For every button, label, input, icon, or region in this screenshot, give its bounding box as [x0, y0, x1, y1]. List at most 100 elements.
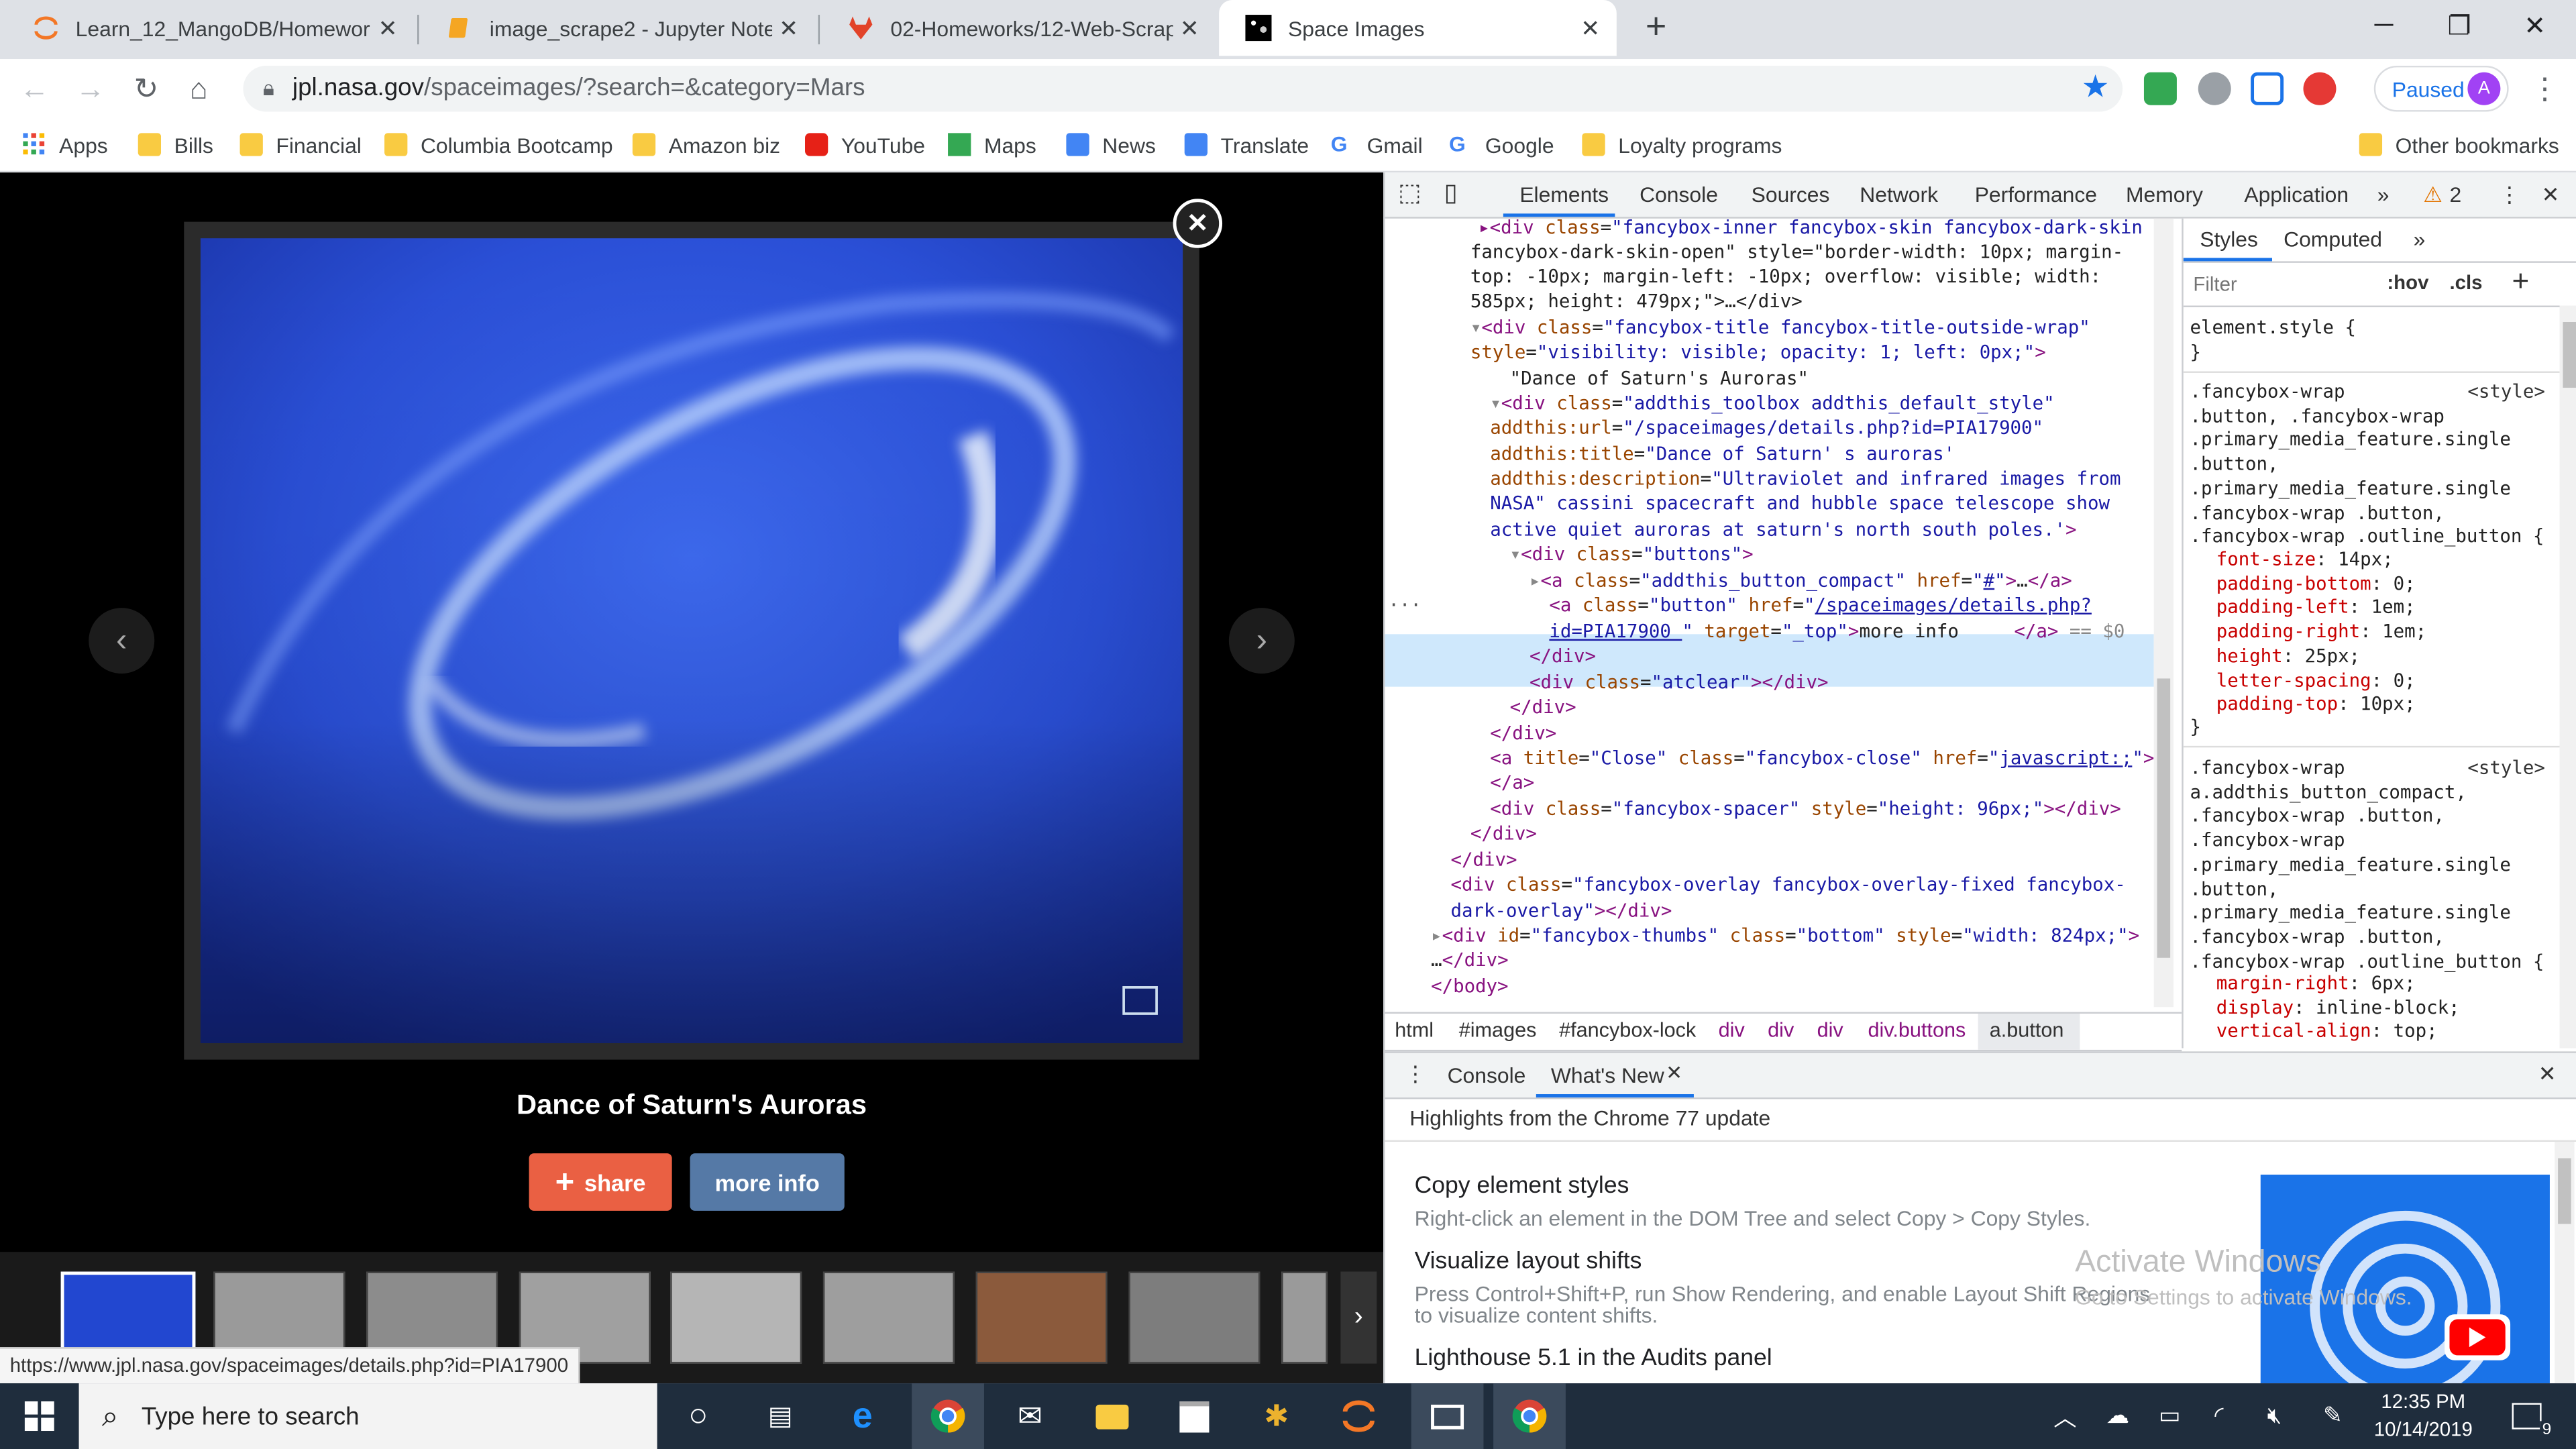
- thumbnails-next-icon[interactable]: ›: [1340, 1271, 1377, 1364]
- whats-new-item-title[interactable]: Visualize layout shifts: [1415, 1248, 1642, 1275]
- tab-close-icon[interactable]: ✕: [371, 14, 404, 42]
- css-selector[interactable]: .fancybox-wrap .outline_button {: [2190, 526, 2544, 550]
- new-tab-button[interactable]: +: [1636, 6, 1676, 46]
- rule-source-link[interactable]: <style>: [2467, 757, 2544, 782]
- breadcrumb-item[interactable]: div.buttons: [1868, 1018, 1966, 1041]
- styles-filter-input[interactable]: [2190, 269, 2361, 299]
- devtools-menu-icon[interactable]: ⋮: [2499, 182, 2520, 209]
- devtools-close-icon[interactable]: ✕: [2542, 182, 2560, 209]
- browser-tab[interactable]: image_scrape2 - Jupyter Notebook ✕: [421, 0, 815, 56]
- reload-icon[interactable]: ↻: [121, 64, 170, 113]
- css-selector[interactable]: .fancybox-wrap: [2190, 830, 2345, 854]
- breadcrumb-item[interactable]: html: [1395, 1018, 1434, 1041]
- drawer-tab-close-icon[interactable]: ✕: [1666, 1061, 1682, 1084]
- file-explorer-icon[interactable]: [1079, 1383, 1145, 1449]
- wifi-icon[interactable]: ◜: [2214, 1401, 2223, 1430]
- aurora-image[interactable]: [200, 238, 1183, 1044]
- forward-icon[interactable]: →: [66, 64, 115, 113]
- drawer-close-icon[interactable]: ✕: [2538, 1061, 2557, 1087]
- task-view-icon[interactable]: ▤: [747, 1383, 813, 1449]
- css-property[interactable]: font-size: 14px;: [2216, 549, 2394, 573]
- tab-close-icon[interactable]: ✕: [1574, 14, 1607, 42]
- css-selector[interactable]: .button,: [2190, 878, 2279, 902]
- breadcrumb-item-active[interactable]: a.button: [1990, 1018, 2064, 1041]
- share-button[interactable]: + share: [529, 1153, 672, 1211]
- photos-icon[interactable]: [1411, 1383, 1484, 1449]
- browser-tab-active[interactable]: Space Images ✕: [1219, 0, 1617, 56]
- bookmark-star-icon[interactable]: ★: [2082, 69, 2110, 107]
- css-selector[interactable]: .primary_media_feature.single: [2190, 854, 2511, 878]
- bookmark-maps[interactable]: Maps: [948, 128, 1036, 161]
- warning-icon[interactable]: ⚠: [2423, 182, 2443, 209]
- mail-icon[interactable]: ✉: [998, 1383, 1063, 1449]
- css-selector[interactable]: .fancybox-wrap .button,: [2190, 806, 2445, 830]
- taskbar-search[interactable]: ⌕ Type here to search: [78, 1383, 657, 1449]
- bookmark-apps[interactable]: Apps: [23, 128, 108, 161]
- css-selector[interactable]: .button, .fancybox-wrap: [2190, 405, 2445, 429]
- device-toolbar-icon[interactable]: ▯: [1444, 177, 1458, 207]
- tab-memory[interactable]: Memory: [2126, 182, 2203, 207]
- css-selector[interactable]: .primary_media_feature.single: [2190, 478, 2511, 502]
- css-property[interactable]: padding-bottom: 0;: [2216, 573, 2416, 597]
- tray-chevron-icon[interactable]: ︿: [2053, 1401, 2076, 1434]
- css-selector[interactable]: .fancybox-wrap: [2190, 757, 2345, 782]
- bookmark-gmail[interactable]: G Gmail: [1331, 128, 1423, 161]
- bookmark-translate[interactable]: Translate: [1184, 128, 1309, 161]
- css-property[interactable]: padding-left: 1em;: [2216, 597, 2416, 621]
- extension-icon[interactable]: [2303, 72, 2337, 105]
- tab-performance[interactable]: Performance: [1975, 182, 2097, 207]
- css-selector[interactable]: a.addthis_button_compact,: [2190, 782, 2467, 806]
- thumbnail[interactable]: [1128, 1271, 1260, 1364]
- rule-source-link[interactable]: <style>: [2467, 381, 2544, 405]
- tab-close-icon[interactable]: ✕: [1173, 14, 1206, 42]
- bookmark-google[interactable]: G Google: [1449, 128, 1554, 161]
- css-property[interactable]: padding-right: 1em;: [2216, 621, 2426, 645]
- hov-toggle[interactable]: :hov: [2387, 271, 2428, 294]
- drawer-menu-icon[interactable]: ⋮: [1405, 1061, 1426, 1087]
- breadcrumb-item[interactable]: div: [1719, 1018, 1745, 1041]
- tab-application[interactable]: Application: [2244, 182, 2349, 207]
- profile-button[interactable]: Paused A: [2373, 65, 2509, 112]
- bookmark-news[interactable]: News: [1066, 128, 1156, 161]
- extension-icon[interactable]: [2198, 72, 2231, 105]
- elements-scrollbar[interactable]: [2153, 218, 2174, 1008]
- volume-muted-icon[interactable]: 🔇︎: [2267, 1401, 2282, 1430]
- battery-icon[interactable]: ▭: [2159, 1401, 2180, 1430]
- css-selector[interactable]: .button,: [2190, 453, 2279, 478]
- bookmark-folder[interactable]: Loyalty programs: [1582, 128, 1782, 161]
- thumbnail[interactable]: [1281, 1271, 1328, 1364]
- chrome-taskbar-icon[interactable]: [1493, 1383, 1566, 1449]
- bookmark-youtube[interactable]: YouTube: [805, 128, 925, 161]
- pen-icon[interactable]: ✎: [2323, 1401, 2343, 1430]
- windows-start-icon[interactable]: [0, 1383, 79, 1449]
- css-selector[interactable]: .fancybox-wrap .outline_button {: [2190, 951, 2544, 975]
- inspect-element-icon[interactable]: ⬚: [1398, 177, 1421, 207]
- drawer-scrollbar[interactable]: [2555, 1142, 2575, 1384]
- css-selector[interactable]: .primary_media_feature.single: [2190, 429, 2511, 453]
- address-bar[interactable]: 🔒︎ jpl.nasa.gov/spaceimages/?search=&cat…: [243, 65, 2123, 112]
- element-style-rule[interactable]: element.style {: [2190, 317, 2356, 341]
- thumbnail[interactable]: [822, 1271, 955, 1364]
- bookmark-folder[interactable]: Financial: [239, 128, 362, 161]
- home-icon[interactable]: ⌂: [174, 64, 223, 113]
- more-tabs-icon[interactable]: »: [2377, 182, 2390, 207]
- breadcrumb-item[interactable]: #images: [1459, 1018, 1537, 1041]
- close-lightbox-button[interactable]: ✕: [1173, 199, 1223, 248]
- tab-close-icon[interactable]: ✕: [772, 14, 805, 42]
- css-property[interactable]: height: 25px;: [2216, 645, 2360, 669]
- css-selector[interactable]: .fancybox-wrap: [2190, 381, 2345, 405]
- onedrive-icon[interactable]: ☁: [2106, 1401, 2129, 1430]
- css-property[interactable]: margin-right: 6px;: [2216, 973, 2416, 997]
- maximize-button[interactable]: ❐: [2422, 0, 2498, 52]
- css-property[interactable]: letter-spacing: 0;: [2216, 669, 2416, 694]
- new-style-rule-icon[interactable]: +: [2512, 264, 2530, 299]
- chrome-taskbar-icon[interactable]: [912, 1383, 984, 1449]
- back-icon[interactable]: ←: [10, 64, 59, 113]
- tab-computed[interactable]: Computed: [2284, 227, 2382, 252]
- thumbnail[interactable]: [670, 1271, 802, 1364]
- bookmark-folder[interactable]: Bills: [138, 128, 213, 161]
- browser-tab[interactable]: 02-Homeworks/12-Web-Scraping ✕: [822, 0, 1216, 56]
- tab-console[interactable]: Console: [1640, 182, 1718, 207]
- elements-dom-tree[interactable]: ▸<div class="fancybox-inner fancybox-ski…: [1385, 219, 2157, 1008]
- cls-toggle[interactable]: .cls: [2449, 271, 2482, 294]
